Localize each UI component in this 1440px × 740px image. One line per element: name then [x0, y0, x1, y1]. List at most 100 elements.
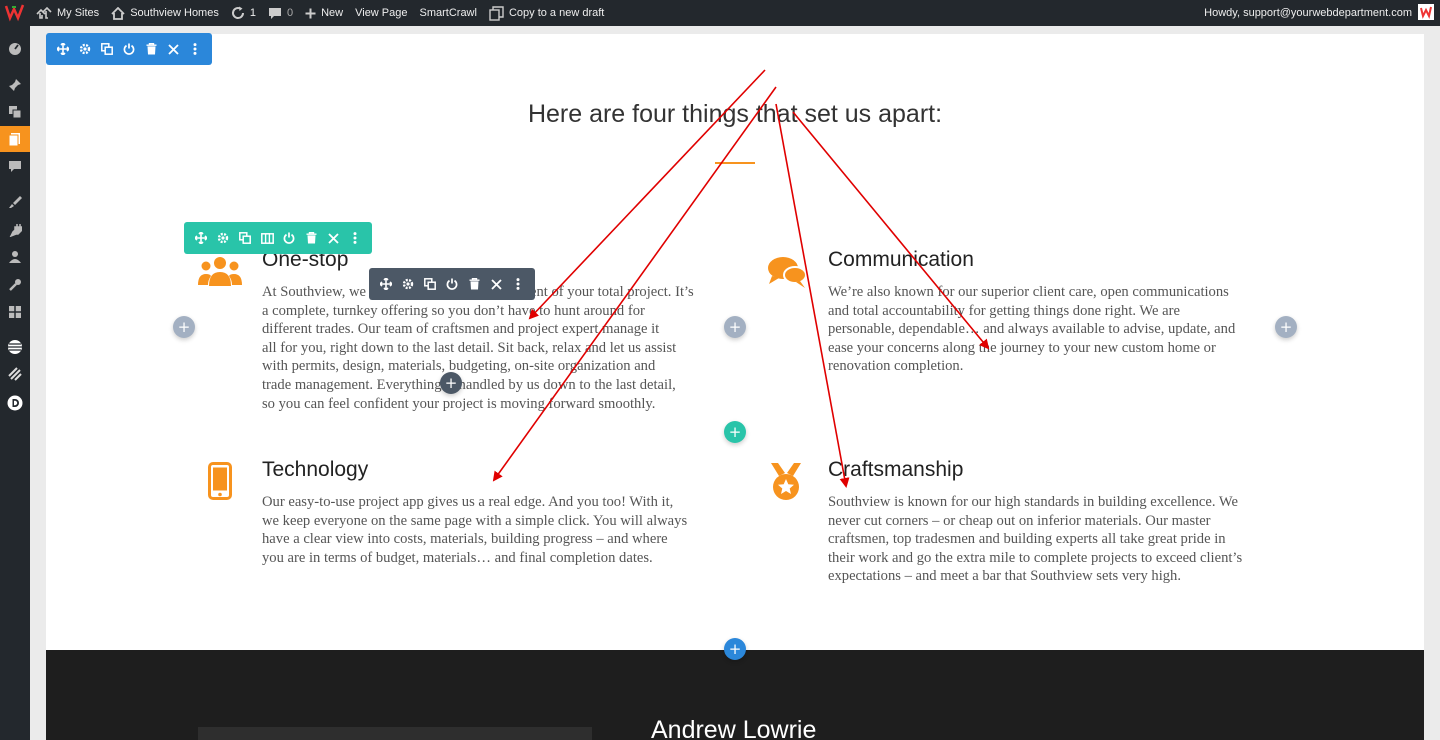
- comments-menu[interactable]: 0: [262, 0, 299, 26]
- copy-icon: [489, 5, 504, 21]
- sidebar-item-media[interactable]: [0, 99, 30, 125]
- gear-icon: [402, 278, 414, 290]
- paintbrush-icon: [8, 195, 22, 209]
- duplicate-button[interactable]: [234, 223, 256, 253]
- move-button[interactable]: [52, 34, 74, 64]
- new-content-menu[interactable]: New: [299, 0, 349, 26]
- module-toolbar: [369, 268, 535, 300]
- page-canvas: [46, 34, 1424, 740]
- settings-button[interactable]: [397, 269, 419, 299]
- view-page-link[interactable]: View Page: [349, 0, 413, 26]
- text-line: craftsmen, top tradesmen and building ex…: [828, 531, 1226, 548]
- gear-icon: [79, 43, 91, 55]
- wordpress-logo-icon[interactable]: [4, 2, 26, 24]
- add-column-left-button[interactable]: +: [173, 316, 195, 338]
- text-line: never cut corners – or cheap out on infe…: [828, 512, 1211, 529]
- duplicate-icon: [424, 278, 436, 290]
- duplicate-button[interactable]: [96, 34, 118, 64]
- sidebar-item-hummingbird[interactable]: [0, 361, 30, 387]
- section-heading: Here are four things that set us apart:: [527, 100, 943, 128]
- text-line: We’re also known for our superior client…: [828, 284, 1229, 300]
- text-line: personable, dependable… and always avail…: [828, 321, 1236, 338]
- user-icon: [8, 250, 22, 264]
- duplicate-icon: [101, 43, 113, 55]
- toggle-button[interactable]: [278, 223, 300, 253]
- blurb-text-communication: We’re also known for our superior client…: [828, 283, 1278, 376]
- power-icon: [446, 278, 458, 290]
- text-line: you are in terms of budget, materials… a…: [262, 549, 653, 566]
- add-module-button[interactable]: +: [440, 372, 462, 394]
- sidebar-item-comments[interactable]: [0, 153, 30, 179]
- my-sites-menu[interactable]: My Sites: [30, 0, 105, 26]
- text-line: their work and go the extra mile to comp…: [828, 549, 1243, 566]
- sidebar-item-settings[interactable]: [0, 299, 30, 325]
- my-account-menu[interactable]: Howdy, support@yourwebdepartment.com: [1204, 0, 1434, 26]
- stripes-icon: [7, 366, 23, 382]
- users-icon: [197, 256, 243, 292]
- pin-icon: [8, 78, 22, 92]
- sidebar-item-smartcrawl[interactable]: [0, 334, 30, 360]
- add-column-middle-button[interactable]: +: [724, 316, 746, 338]
- add-column-right-button[interactable]: +: [1275, 316, 1297, 338]
- media-icon: [8, 105, 22, 119]
- heading-divider: [715, 162, 755, 164]
- plus-icon: [305, 8, 316, 19]
- sidebar-item-tools[interactable]: [0, 272, 30, 298]
- toggle-button[interactable]: [118, 34, 140, 64]
- copy-draft-link[interactable]: Copy to a new draft: [483, 0, 610, 26]
- move-button[interactable]: [190, 223, 212, 253]
- close-button[interactable]: [162, 34, 184, 64]
- smartcrawl-menu[interactable]: SmartCrawl: [414, 0, 483, 26]
- add-section-button[interactable]: +: [724, 638, 746, 660]
- copy-draft-label: Copy to a new draft: [508, 7, 605, 19]
- section-image: [198, 727, 592, 740]
- refresh-icon: [231, 6, 245, 20]
- close-button[interactable]: [322, 223, 344, 253]
- delete-button[interactable]: [300, 223, 322, 253]
- more-button[interactable]: [344, 223, 366, 253]
- text-line: Our easy-to-use project app gives us a r…: [262, 494, 674, 510]
- text-line: so you can feel confident your project i…: [262, 395, 656, 412]
- person-name: Andrew Lowrie: [651, 716, 817, 740]
- add-row-button[interactable]: +: [724, 421, 746, 443]
- columns-button[interactable]: [256, 223, 278, 253]
- delete-button[interactable]: [463, 269, 485, 299]
- updates-count: 1: [249, 7, 256, 19]
- delete-button[interactable]: [140, 34, 162, 64]
- move-button[interactable]: [375, 269, 397, 299]
- settings-button[interactable]: [74, 34, 96, 64]
- more-button[interactable]: [507, 269, 529, 299]
- pages-icon: [8, 132, 22, 146]
- sidebar-item-divi[interactable]: [0, 390, 30, 416]
- admin-sidebar: [0, 26, 30, 740]
- sidebar-item-appearance[interactable]: [0, 189, 30, 215]
- duplicate-button[interactable]: [419, 269, 441, 299]
- dashboard-icon: [8, 41, 22, 55]
- more-button[interactable]: [184, 34, 206, 64]
- sidebar-item-dashboard[interactable]: [0, 35, 30, 61]
- text-line: we keep everyone on the same page with a…: [262, 512, 688, 529]
- site-name-menu[interactable]: Southview Homes: [105, 0, 225, 26]
- text-line-tail: ent of your total project. It’s: [530, 284, 694, 300]
- trash-icon: [146, 43, 156, 55]
- settings-button[interactable]: [212, 223, 234, 253]
- sidebar-item-users[interactable]: [0, 244, 30, 270]
- row-toolbar: [184, 222, 372, 254]
- admin-bar: My Sites Southview Homes 1 0 New View Pa…: [0, 0, 1440, 26]
- section-toolbar: [46, 33, 212, 65]
- toggle-button[interactable]: [441, 269, 463, 299]
- sidebar-item-pages[interactable]: [0, 126, 30, 152]
- avatar: [1418, 3, 1434, 23]
- columns-icon: [260, 232, 274, 244]
- close-icon: [327, 232, 339, 244]
- globe-icon: [7, 339, 23, 355]
- text-line: all for you, right down to the last deta…: [262, 339, 677, 356]
- close-button[interactable]: [485, 269, 507, 299]
- howdy-label: Howdy, support@yourwebdepartment.com: [1204, 7, 1412, 19]
- text-line: trade management. Everything is handled …: [262, 376, 676, 393]
- chat-bubbles-icon: [766, 254, 808, 294]
- updates-menu[interactable]: 1: [225, 0, 262, 26]
- sidebar-item-posts[interactable]: [0, 72, 30, 98]
- sidebar-item-plugins[interactable]: [0, 217, 30, 243]
- plugin-icon: [8, 223, 22, 237]
